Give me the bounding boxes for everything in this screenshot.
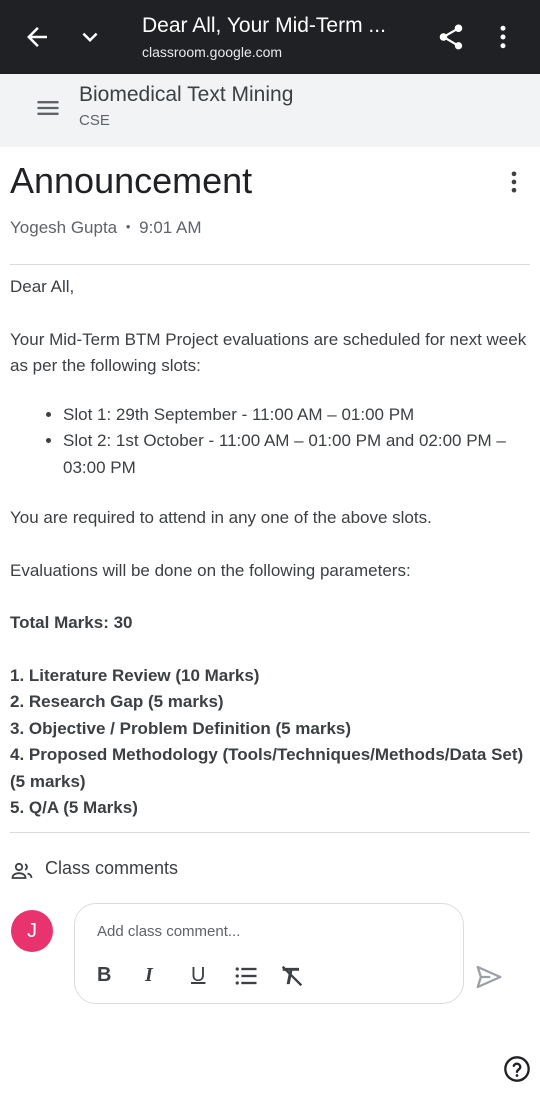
bold-button[interactable]: B xyxy=(97,964,111,987)
author-name: Yogesh Gupta xyxy=(10,218,118,237)
avatar: J xyxy=(11,910,53,952)
attend-note: You are required to attend in any one of… xyxy=(10,508,432,527)
announcement-meta: Yogesh Gupta • 9:01 AM xyxy=(10,218,202,238)
comment-input-box[interactable]: Add class comment... B I U xyxy=(74,903,464,1004)
course-name[interactable]: Biomedical Text Mining xyxy=(79,83,293,107)
slot-item: Slot 2: 1st October - 11:00 AM – 01:00 P… xyxy=(63,428,530,481)
params-intro: Evaluations will be done on the followin… xyxy=(10,560,411,580)
course-section: CSE xyxy=(79,112,110,129)
menu-icon[interactable] xyxy=(34,94,62,122)
slot-list: Slot 1: 29th September - 11:00 AM – 01:0… xyxy=(10,402,530,482)
course-header: Biomedical Text Mining CSE xyxy=(0,74,540,147)
criteria-item: 4. Proposed Methodology (Tools/Technique… xyxy=(10,745,524,791)
greeting: Dear All, xyxy=(10,277,75,296)
bulleted-list-icon[interactable] xyxy=(232,962,260,990)
announcement-options-icon[interactable] xyxy=(500,168,528,196)
page-title: Dear All, Your Mid-Term ... xyxy=(142,14,386,37)
people-icon xyxy=(11,862,33,879)
divider xyxy=(10,832,530,833)
help-icon[interactable] xyxy=(503,1055,531,1083)
underline-button[interactable]: U xyxy=(191,964,205,987)
clear-format-icon[interactable] xyxy=(278,962,306,990)
top-bar: Dear All, Your Mid-Term ... classroom.go… xyxy=(0,0,540,74)
post-time: 9:01 AM xyxy=(139,218,202,237)
criteria-list: 1. Literature Review (10 Marks) 2. Resea… xyxy=(10,663,530,822)
divider xyxy=(10,264,530,265)
criteria-item: 3. Objective / Problem Definition (5 mar… xyxy=(10,718,352,738)
page-url: classroom.google.com xyxy=(142,44,283,60)
meta-separator: • xyxy=(125,219,131,234)
share-icon[interactable] xyxy=(436,22,466,52)
announcement-heading: Announcement xyxy=(10,160,253,201)
more-vert-icon[interactable] xyxy=(488,22,518,52)
slot-item: Slot 1: 29th September - 11:00 AM – 01:0… xyxy=(63,402,530,429)
arrow-back-icon[interactable] xyxy=(22,22,52,52)
announcement-body: Dear All, Your Mid-Term BTM Project eval… xyxy=(10,274,530,822)
criteria-item: 2. Research Gap (5 marks) xyxy=(10,692,224,711)
comment-input[interactable]: Add class comment... xyxy=(97,923,240,940)
class-comments-text: Class comments xyxy=(45,858,179,878)
criteria-item: 1. Literature Review (10 Marks) xyxy=(10,665,260,685)
chevron-down-icon[interactable] xyxy=(75,22,105,52)
intro-text: Your Mid-Term BTM Project evaluations ar… xyxy=(10,329,527,376)
send-icon[interactable] xyxy=(474,962,504,992)
total-marks: Total Marks: 30 xyxy=(10,613,133,632)
criteria-item: 5. Q/A (5 Marks) xyxy=(10,798,138,817)
italic-button[interactable]: I xyxy=(145,964,153,987)
